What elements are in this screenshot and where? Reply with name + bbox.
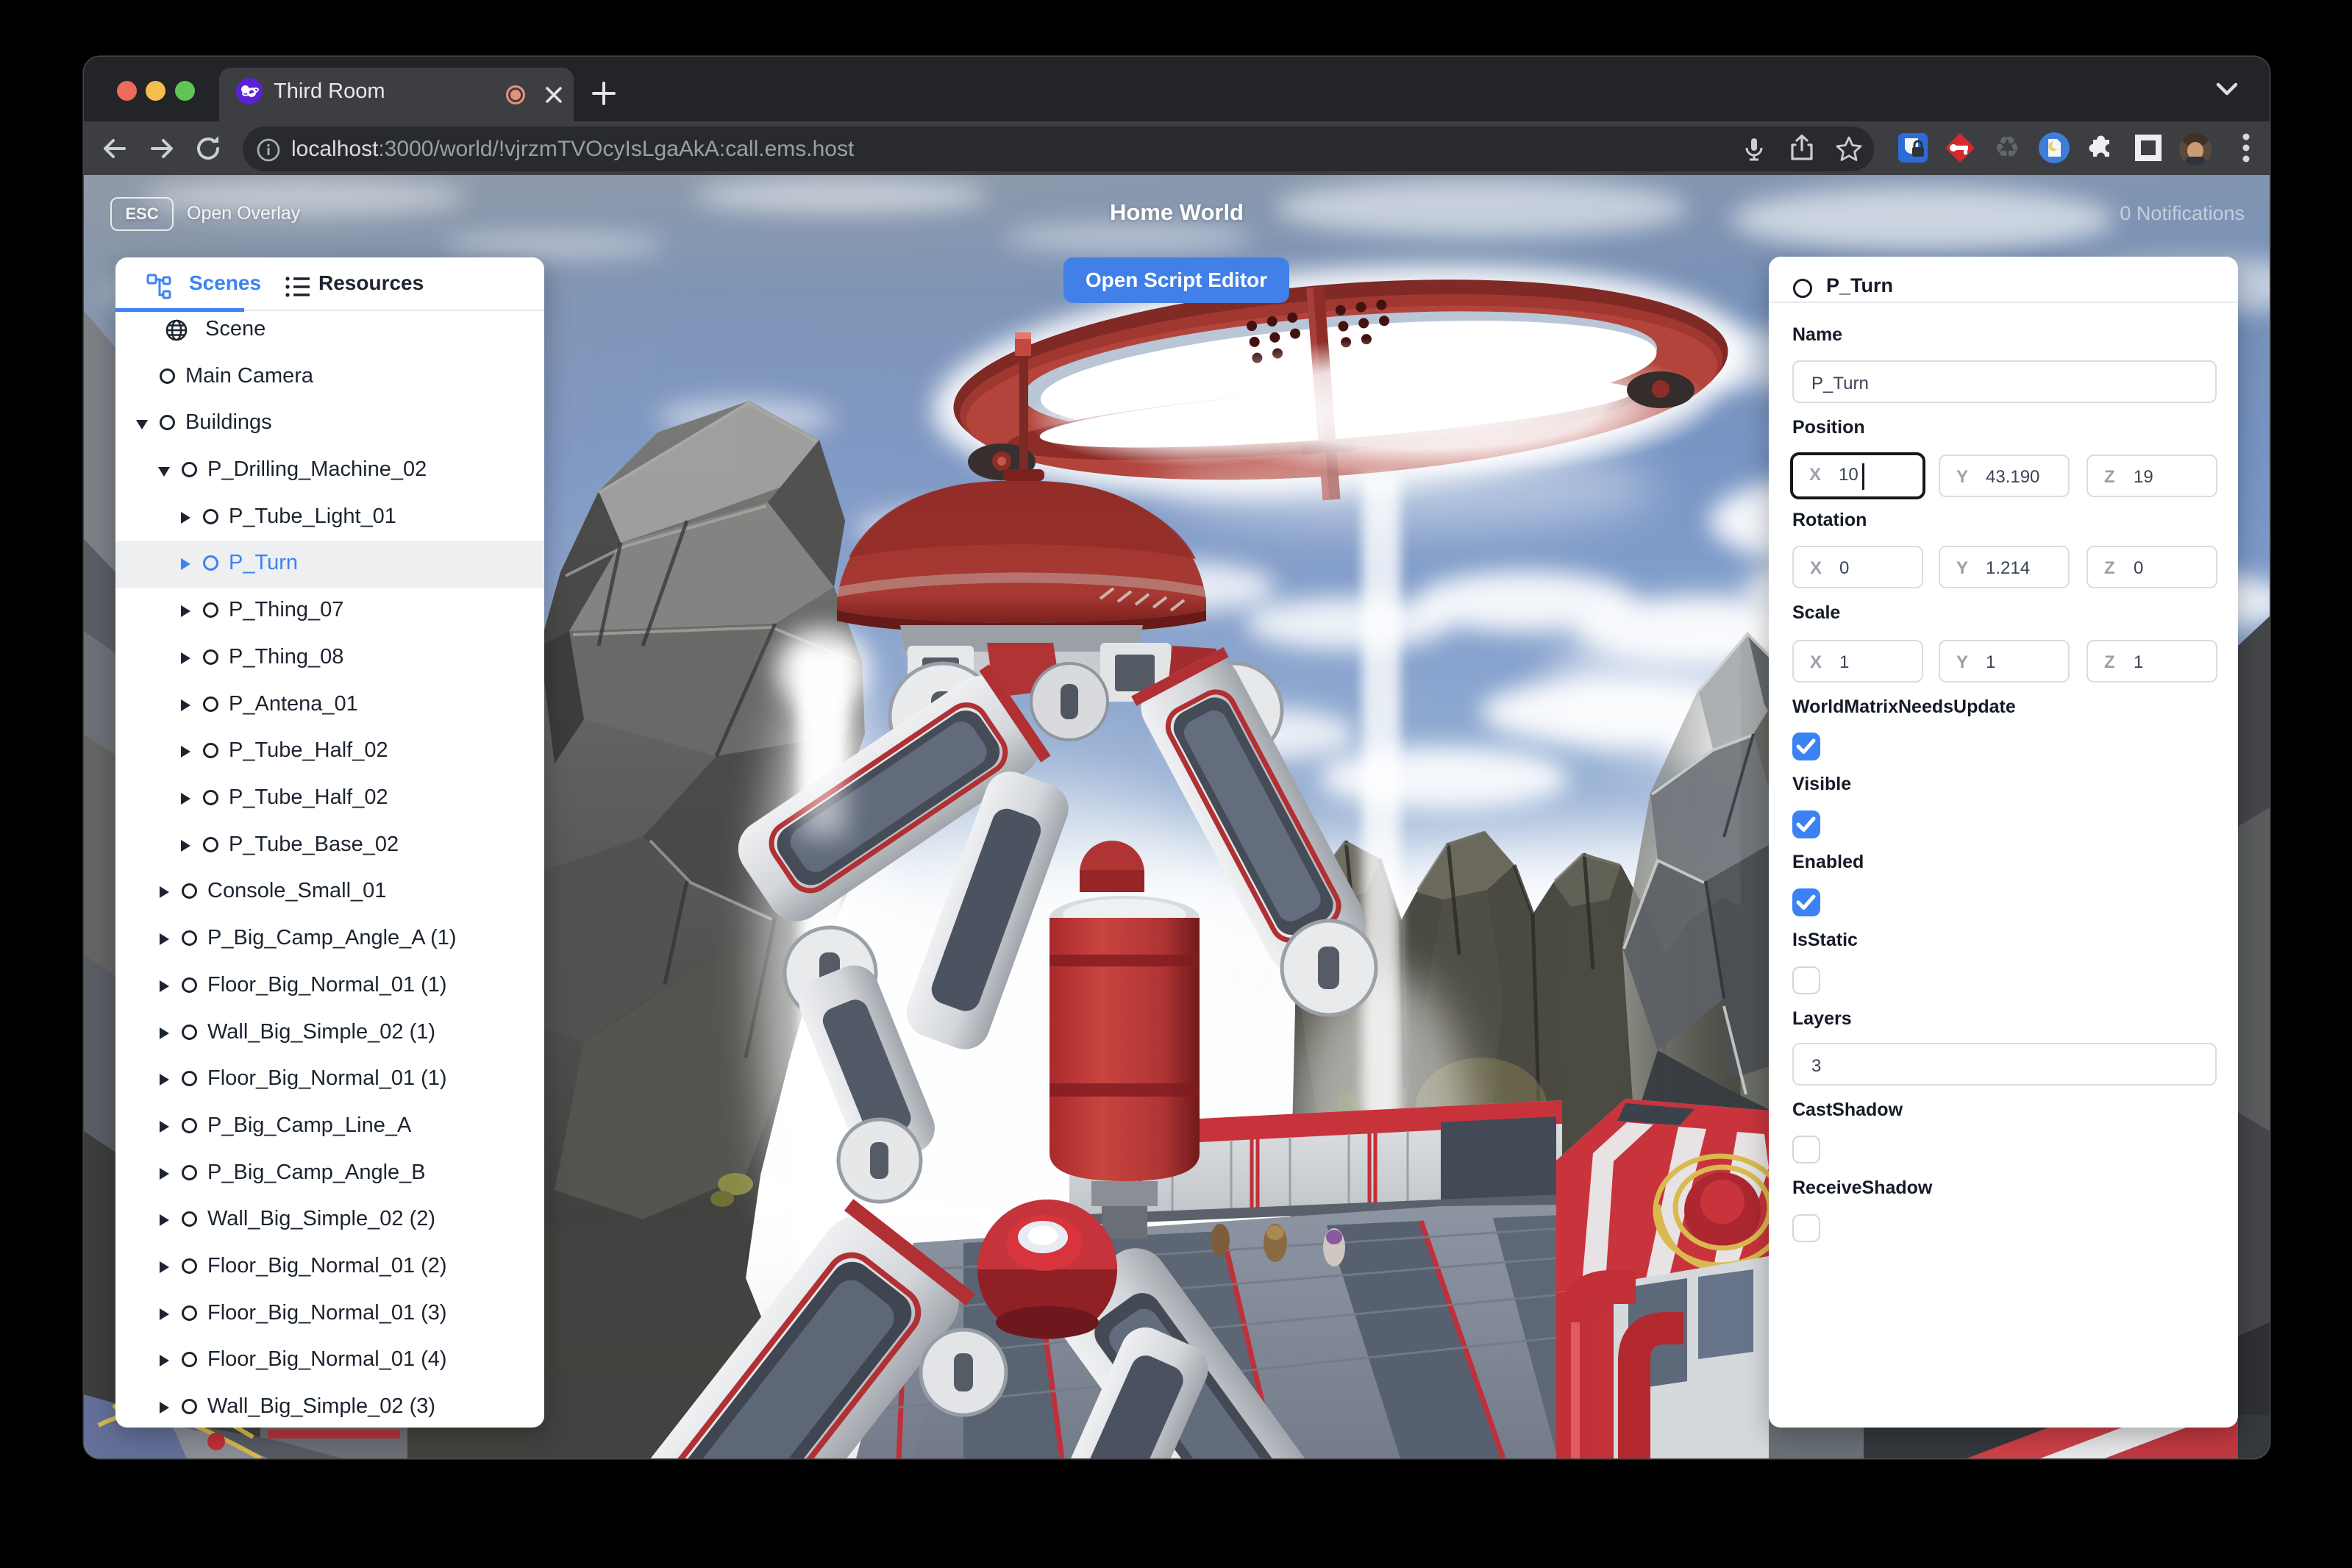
svg-text:♻: ♻ xyxy=(1994,132,2020,164)
